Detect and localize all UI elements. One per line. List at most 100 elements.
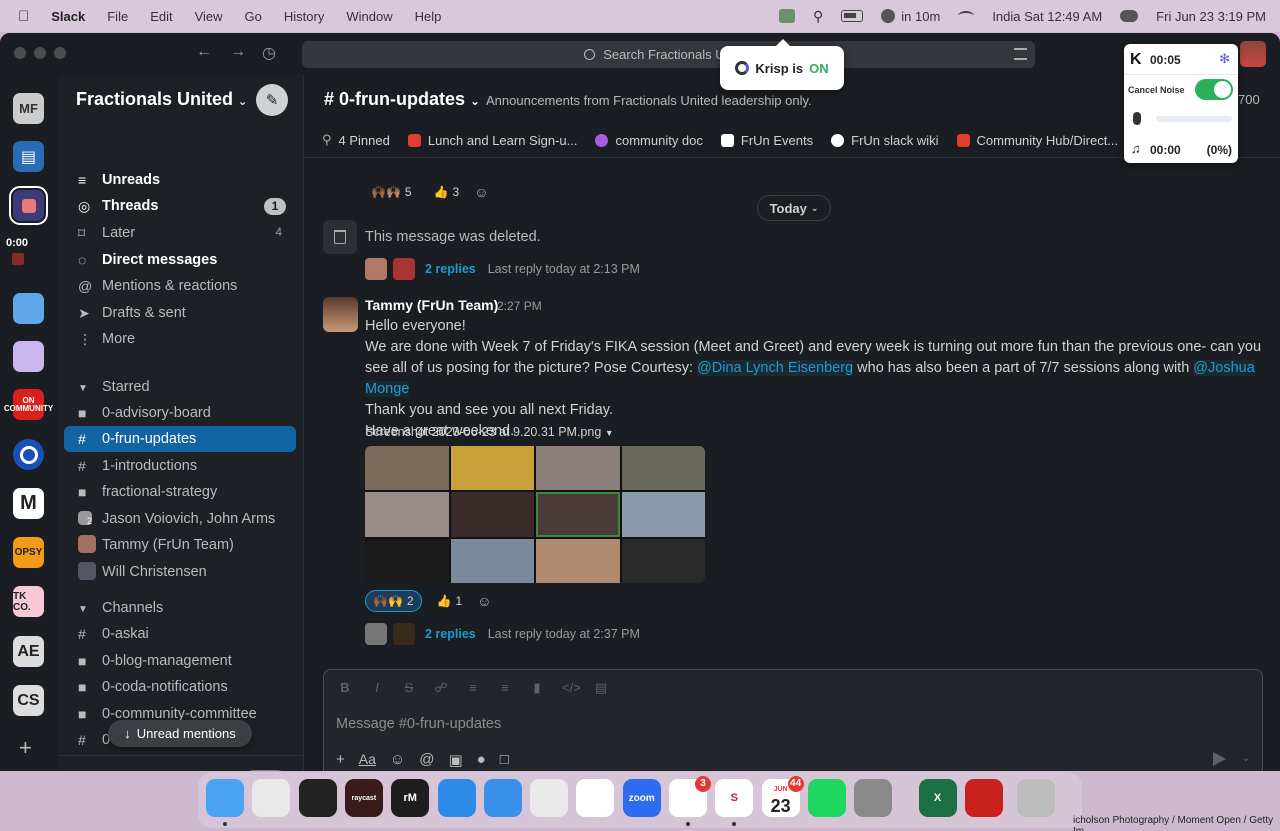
mention-icon[interactable]: @ [419, 751, 434, 769]
dock-icloud-icon[interactable] [437, 779, 476, 817]
dock-safari-icon[interactable] [483, 779, 522, 817]
dock-finder-icon[interactable] [206, 779, 244, 817]
bookmark-community-hub[interactable]: Community Hub/Direct... [956, 133, 1118, 148]
world-clock[interactable]: India Sat 12:49 AM [992, 9, 1102, 24]
dock-remarkable-icon[interactable]: rM [391, 779, 430, 817]
forward-arrow-icon[interactable]: → [230, 43, 246, 61]
menu-history[interactable]: History [284, 9, 324, 24]
code-block-icon[interactable]: ▤ [594, 680, 608, 696]
menu-file[interactable]: File [107, 9, 128, 24]
add-workspace-icon[interactable]: + [19, 735, 32, 761]
unread-mentions-button[interactable]: ↓ Unread mentions [108, 720, 252, 747]
channel-title[interactable]: # 0-frun-updates ⌄ [324, 89, 480, 110]
back-arrow-icon[interactable]: ← [196, 43, 212, 61]
reaction[interactable]: 👍 3 [427, 181, 467, 203]
reaction[interactable]: 👍 1 [430, 590, 470, 612]
microphone-icon[interactable]: ● [477, 751, 486, 769]
add-reaction-icon[interactable]: ☺ [477, 593, 491, 609]
dock-acrobat-icon[interactable] [964, 779, 1003, 817]
bookmark-community-doc[interactable]: community doc [595, 133, 703, 148]
emoji-icon[interactable]: ☺ [390, 751, 405, 769]
bookmark-slack-wiki[interactable]: FrUn slack wiki [831, 133, 939, 148]
user-avatar[interactable] [1240, 41, 1266, 67]
workspace-fractionals-united[interactable] [9, 186, 48, 225]
channels-section-header[interactable]: ▼ Channels [78, 600, 163, 616]
dock-zoom-icon[interactable]: zoom [622, 779, 661, 817]
ordered-list-icon[interactable]: ≡ [466, 680, 480, 696]
format-text-icon[interactable]: Aa [359, 751, 376, 769]
menu-window[interactable]: Window [346, 9, 392, 24]
dock-superhuman-icon[interactable]: S [715, 779, 754, 817]
workspace-chart[interactable]: ▤ [13, 141, 44, 172]
bookmark-pinned[interactable]: ⚲ 4 Pinned [322, 132, 390, 148]
workspace-mf[interactable]: MF [13, 93, 44, 124]
workspace-on-community[interactable]: ON COMMUNITY [4, 389, 53, 420]
dock-raycast-icon[interactable]: raycast [344, 779, 383, 817]
menu-help[interactable]: Help [415, 9, 442, 24]
dock-excel-icon[interactable]: X [918, 779, 957, 817]
message-author[interactable]: Tammy (FrUn Team) [365, 297, 498, 313]
attached-image[interactable] [365, 446, 705, 583]
menu-edit[interactable]: Edit [150, 9, 172, 24]
sidebar-channel-introductions[interactable]: #1-introductions [64, 453, 296, 479]
sidebar-item-threads[interactable]: ◎ Threads 1 [64, 193, 296, 219]
message-composer[interactable]: B I S ☍ ≡ ≡ ▮ </> ▤ Message #0-frun-upda… [323, 669, 1263, 771]
search-input[interactable]: Search Fractionals United [302, 41, 1035, 68]
strikethrough-icon[interactable]: S [402, 680, 416, 696]
search-filter-icon[interactable] [1014, 48, 1027, 60]
plus-icon[interactable]: + [336, 751, 345, 769]
workspace-tkco[interactable]: TK CO. [13, 586, 44, 617]
bookmark-frun-events[interactable]: FrUn Events [720, 133, 813, 148]
slash-command-icon[interactable]: □ [500, 751, 509, 769]
workspace-cs[interactable]: CS [13, 685, 44, 716]
dock-alfred-icon[interactable] [298, 779, 337, 817]
spotlight-icon[interactable]: ⚲ [813, 8, 823, 25]
user-mention[interactable]: @Dina Lynch Eisenberg [697, 360, 854, 376]
deleted-thread-summary[interactable]: 2 replies Last reply today at 2:13 PM [365, 258, 640, 280]
menubar-clock[interactable]: Fri Jun 23 3:19 PM [1156, 9, 1266, 24]
sidebar-item-later[interactable]: ⌑ Later 4 [64, 220, 296, 246]
sidebar-item-more[interactable]: ⋮ More [64, 326, 296, 352]
italic-icon[interactable]: I [370, 680, 384, 696]
dock-spotify-icon[interactable] [807, 779, 846, 817]
sidebar-item-mentions[interactable]: @ Mentions & reactions [64, 273, 296, 299]
sidebar-item-direct-messages[interactable]: ◌ Direct messages [64, 247, 296, 273]
sidebar-channel-frun-updates[interactable]: #0-frun-updates [64, 426, 296, 452]
workspace-ae[interactable]: AE [13, 636, 44, 667]
attachment-name[interactable]: Screenshot 2023-06-23 at 9.20.31 PM.png … [365, 425, 614, 439]
workspace-opsy[interactable]: OPSY [13, 537, 44, 568]
blockquote-icon[interactable]: ▮ [530, 680, 544, 696]
sidebar-dm-will[interactable]: Will Christensen [64, 559, 296, 585]
code-icon[interactable]: </> [562, 680, 581, 696]
starred-section-header[interactable]: ▼ Starred [78, 379, 150, 395]
sidebar-item-unreads[interactable]: ≡ Unreads [64, 167, 296, 193]
sidebar-channel-advisory-board[interactable]: ■ 0-advisory-board [64, 400, 296, 426]
dock-launchpad-icon[interactable] [252, 779, 291, 817]
bold-icon[interactable]: B [338, 680, 352, 696]
workspace-generalist[interactable] [13, 341, 44, 372]
event-countdown[interactable]: in 10m [901, 9, 940, 24]
control-center-icon[interactable] [1120, 10, 1139, 22]
dock-chrome-icon[interactable] [530, 779, 569, 817]
menu-view[interactable]: View [195, 9, 223, 24]
dock-clickup-icon[interactable] [576, 779, 615, 817]
zoom-window-button[interactable] [54, 47, 66, 59]
workspace-circle[interactable] [13, 439, 44, 470]
huddle-toggle[interactable] [243, 770, 288, 771]
gear-icon[interactable]: ✻ [1219, 51, 1230, 67]
sidebar-dm-group[interactable]: 2 Jason Voiovich, John Arms [64, 506, 296, 532]
dock-trash-icon[interactable] [1017, 779, 1056, 817]
battery-icon[interactable] [841, 10, 864, 22]
reaction[interactable]: 🙌🏾🙌 2 [365, 590, 422, 612]
send-icon[interactable] [1213, 752, 1226, 766]
thread-replies-link[interactable]: 2 replies [425, 262, 476, 276]
event-icon[interactable] [881, 9, 896, 23]
add-reaction-icon[interactable]: ☺ [474, 184, 488, 200]
apple-icon[interactable]:  [18, 8, 29, 25]
sidebar-item-drafts[interactable]: ➤ Drafts & sent [64, 300, 296, 326]
date-divider[interactable]: Today ⌄ [757, 195, 831, 221]
minimize-window-button[interactable] [34, 47, 46, 59]
cancel-noise-toggle[interactable] [1195, 79, 1233, 100]
menu-go[interactable]: Go [245, 9, 262, 24]
sidebar-dm-tammy[interactable]: Tammy (FrUn Team) [64, 532, 296, 558]
